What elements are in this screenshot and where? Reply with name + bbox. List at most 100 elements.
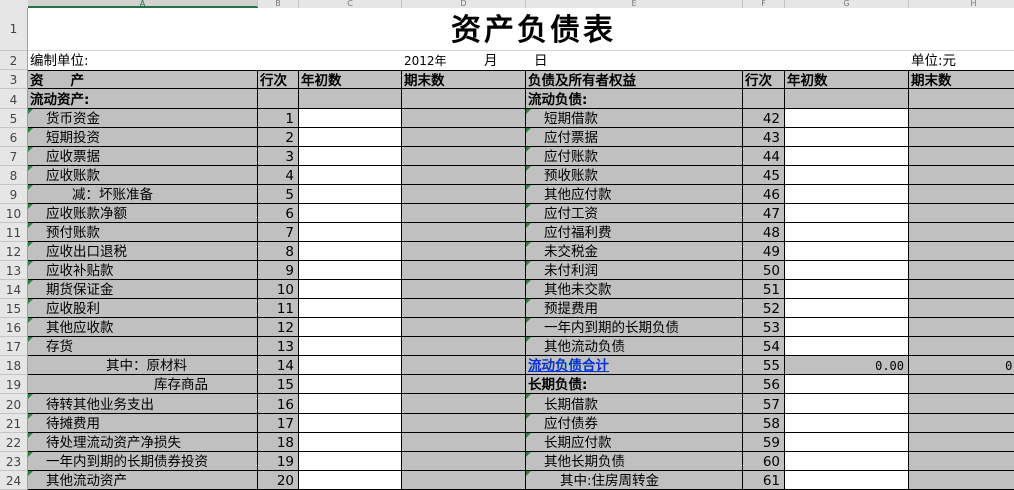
row-header-20[interactable]: 20 xyxy=(0,394,28,414)
header-assets[interactable]: 资 产 xyxy=(28,70,258,89)
row-header-14[interactable]: 14 xyxy=(0,280,28,299)
liability-item-label[interactable]: 应付福利费 xyxy=(526,223,743,242)
row-header-15[interactable]: 15 xyxy=(0,299,28,318)
asset-item-label[interactable]: 其他流动资产 xyxy=(28,471,258,490)
asset-item-label[interactable]: 应收股利 xyxy=(28,299,258,318)
liability-row-number[interactable]: 44 xyxy=(743,147,785,166)
liability-end-value[interactable] xyxy=(909,452,1014,471)
asset-end-value[interactable] xyxy=(402,299,526,318)
liability-end-value[interactable] xyxy=(909,337,1014,356)
column-header-h[interactable]: H xyxy=(909,0,1014,8)
liability-end-value[interactable] xyxy=(909,280,1014,299)
column-header-d[interactable]: D xyxy=(402,0,526,8)
liability-begin-input[interactable] xyxy=(785,109,909,128)
row-header-9[interactable]: 9 xyxy=(0,185,28,204)
liability-item-label[interactable]: 应付账款 xyxy=(526,147,743,166)
liability-begin-input[interactable] xyxy=(785,471,909,490)
liability-end-value[interactable] xyxy=(909,242,1014,261)
asset-item-label[interactable]: 期货保证金 xyxy=(28,280,258,299)
asset-end-value[interactable] xyxy=(402,394,526,414)
row-header-21[interactable]: 21 xyxy=(0,414,28,433)
liability-item-label[interactable]: 应付债券 xyxy=(526,414,743,433)
asset-begin-input[interactable] xyxy=(299,166,402,185)
asset-row-number[interactable]: 1 xyxy=(258,109,299,128)
asset-item-label[interactable]: 短期投资 xyxy=(28,128,258,147)
asset-row-number[interactable]: 12 xyxy=(258,318,299,337)
liability-row-number[interactable]: 52 xyxy=(743,299,785,318)
asset-row-number[interactable]: 17 xyxy=(258,414,299,433)
asset-row-number[interactable]: 9 xyxy=(258,261,299,280)
column-header-a[interactable]: A xyxy=(28,0,258,8)
asset-row-number[interactable]: 16 xyxy=(258,394,299,414)
liability-end-value[interactable] xyxy=(909,109,1014,128)
header-liabilities-equity[interactable]: 负债及所有者权益 xyxy=(526,70,743,89)
asset-begin-input[interactable] xyxy=(299,356,402,375)
section-row-2-g[interactable] xyxy=(785,89,909,109)
section-current-liabilities[interactable]: 流动负债: xyxy=(526,89,743,109)
currency-unit[interactable]: 单位:元 xyxy=(909,51,1014,70)
row-header-6[interactable]: 6 xyxy=(0,128,28,147)
asset-row-number[interactable]: 2 xyxy=(258,128,299,147)
asset-item-label[interactable]: 库存商品 xyxy=(28,375,258,394)
liability-begin-input[interactable] xyxy=(785,242,909,261)
liability-end-value[interactable] xyxy=(909,185,1014,204)
liability-item-label[interactable]: 短期借款 xyxy=(526,109,743,128)
asset-row-number[interactable]: 8 xyxy=(258,242,299,261)
asset-row-number[interactable]: 13 xyxy=(258,337,299,356)
row-header-22[interactable]: 22 xyxy=(0,433,28,452)
asset-end-value[interactable] xyxy=(402,223,526,242)
date-year[interactable]: 2012年 xyxy=(402,51,526,70)
asset-end-value[interactable] xyxy=(402,337,526,356)
asset-row-number[interactable]: 10 xyxy=(258,280,299,299)
asset-row-number[interactable]: 18 xyxy=(258,433,299,452)
liability-item-label[interactable]: 其他长期负债 xyxy=(526,452,743,471)
row-header-17[interactable]: 17 xyxy=(0,337,28,356)
liability-item-label[interactable]: 长期应付款 xyxy=(526,433,743,452)
liability-begin-input[interactable] xyxy=(785,375,909,394)
liability-item-label[interactable]: 预收账款 xyxy=(526,166,743,185)
liability-end-value[interactable] xyxy=(909,394,1014,414)
asset-item-label[interactable]: 待转其他业务支出 xyxy=(28,394,258,414)
asset-begin-input[interactable] xyxy=(299,299,402,318)
liability-begin-input[interactable] xyxy=(785,280,909,299)
liability-item-label[interactable]: 其他应付款 xyxy=(526,185,743,204)
liability-begin-input[interactable] xyxy=(785,452,909,471)
asset-row-number[interactable]: 7 xyxy=(258,223,299,242)
asset-row-number[interactable]: 3 xyxy=(258,147,299,166)
asset-row-number[interactable]: 5 xyxy=(258,185,299,204)
row-header-23[interactable]: 23 xyxy=(0,452,28,471)
header-row-no[interactable]: 行次 xyxy=(258,70,299,89)
header-begin-balance-2[interactable]: 年初数 xyxy=(785,70,909,89)
asset-row-number[interactable]: 4 xyxy=(258,166,299,185)
liability-begin-input[interactable] xyxy=(785,185,909,204)
liability-begin-input[interactable] xyxy=(785,299,909,318)
asset-begin-input[interactable] xyxy=(299,128,402,147)
asset-end-value[interactable] xyxy=(402,414,526,433)
section-row-2-f[interactable] xyxy=(743,89,785,109)
asset-row-number[interactable]: 15 xyxy=(258,375,299,394)
liability-end-value[interactable] xyxy=(909,433,1014,452)
liability-end-value[interactable] xyxy=(909,166,1014,185)
liability-end-value[interactable] xyxy=(909,204,1014,223)
liability-begin-input[interactable] xyxy=(785,261,909,280)
header-end-balance[interactable]: 期末数 xyxy=(402,70,526,89)
liability-item-label[interactable]: 长期借款 xyxy=(526,394,743,414)
column-header-f[interactable]: F xyxy=(743,0,785,8)
asset-item-label[interactable]: 应收账款净额 xyxy=(28,204,258,223)
asset-begin-input[interactable] xyxy=(299,318,402,337)
asset-item-label[interactable]: 货币资金 xyxy=(28,109,258,128)
spreadsheet[interactable]: ABCDEFGH 1 2 3 4 5 6 7 8 9 10 11 12 13 14 15 16 17 18 19 20… xyxy=(0,0,1014,490)
liability-item-label[interactable]: 其他未交款 xyxy=(526,280,743,299)
asset-end-value[interactable] xyxy=(402,147,526,166)
asset-item-label[interactable]: 其中：原材料 xyxy=(28,356,258,375)
liability-begin-input[interactable] xyxy=(785,147,909,166)
liability-row-number[interactable]: 51 xyxy=(743,280,785,299)
liability-begin-input[interactable] xyxy=(785,204,909,223)
compiling-unit-label[interactable]: 编制单位: xyxy=(28,51,402,70)
asset-end-value[interactable] xyxy=(402,185,526,204)
info-blank[interactable] xyxy=(743,51,909,70)
asset-row-number[interactable]: 20 xyxy=(258,471,299,490)
liability-end-total[interactable]: 0.00 xyxy=(909,356,1014,375)
liability-row-number[interactable]: 45 xyxy=(743,166,785,185)
row-header-24[interactable]: 24 xyxy=(0,471,28,490)
